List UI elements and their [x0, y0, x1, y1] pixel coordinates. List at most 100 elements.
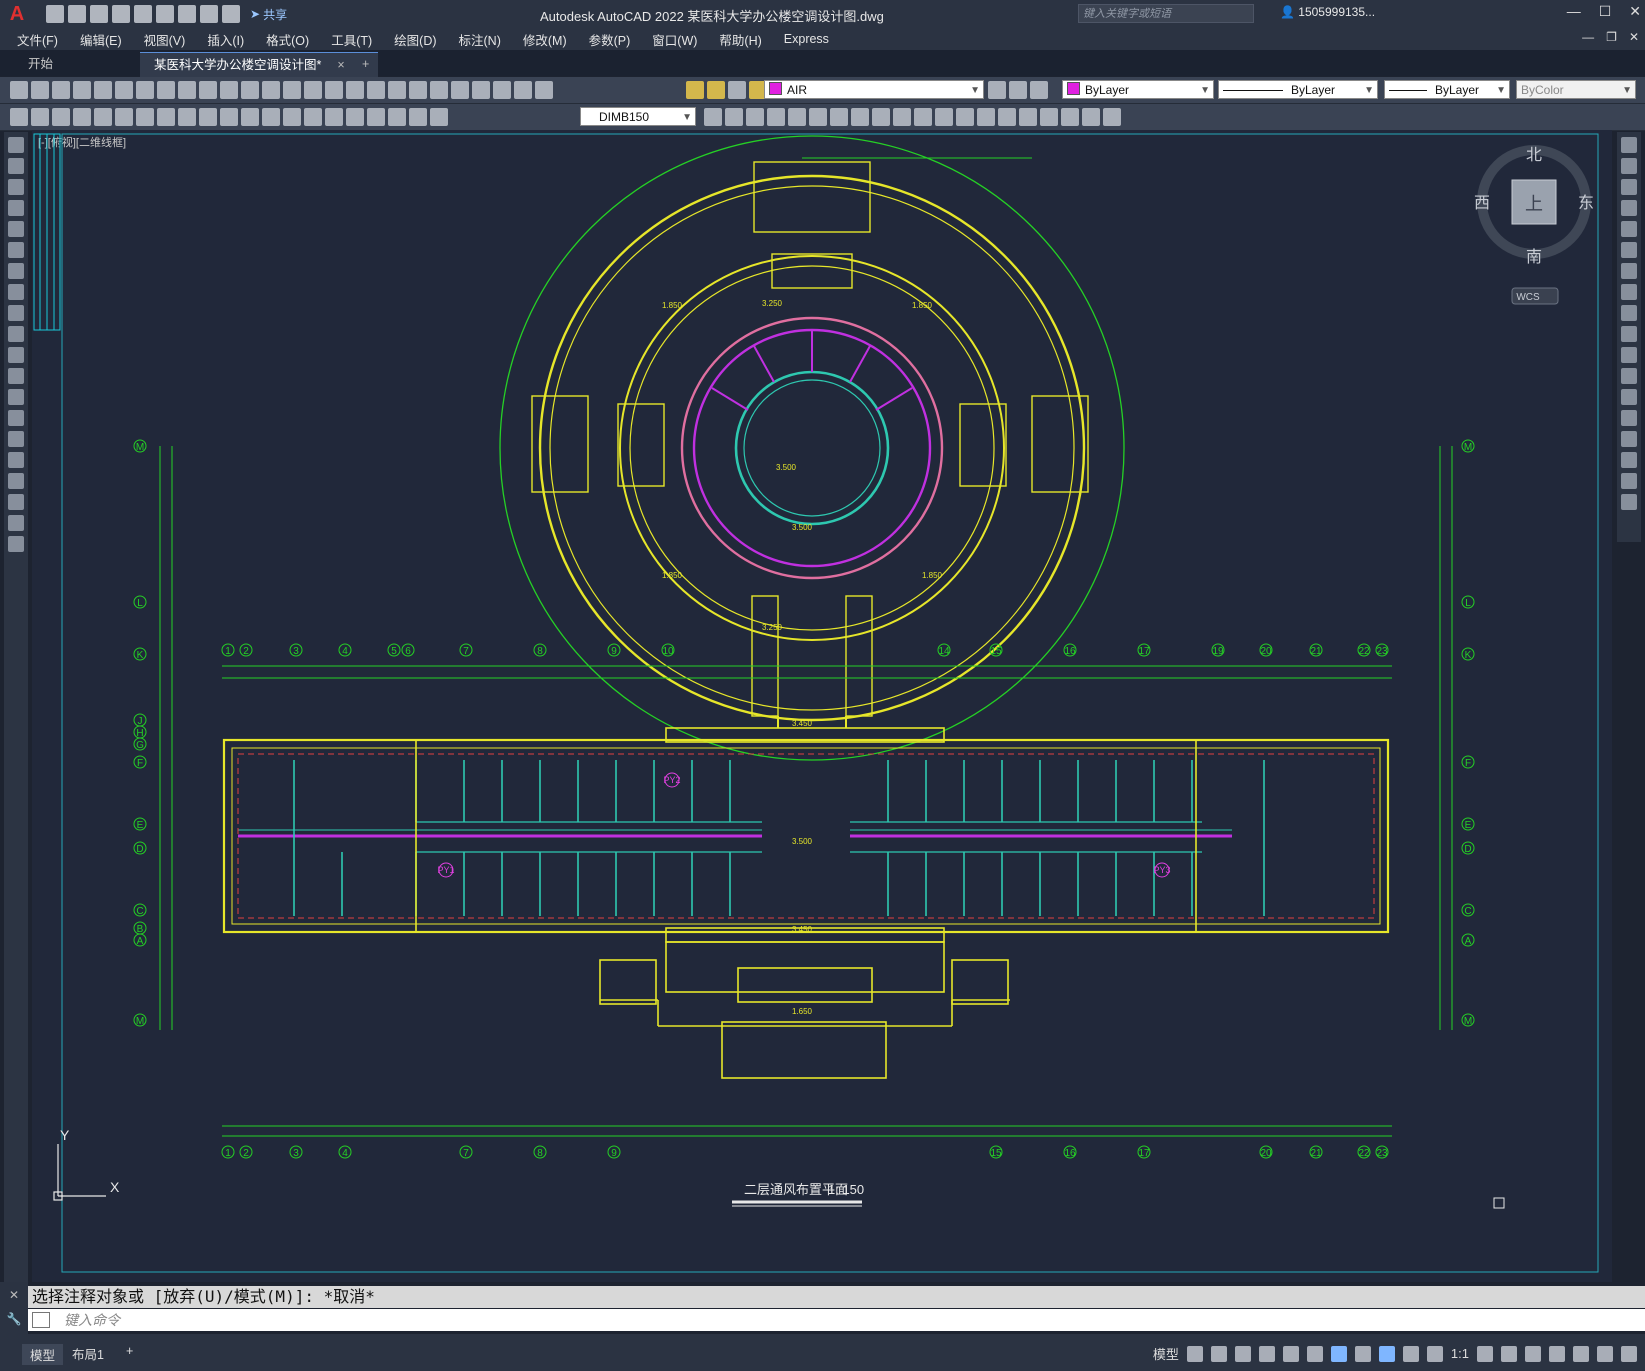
- circle-icon[interactable]: [8, 263, 24, 279]
- annotation-scale-value[interactable]: 1:1: [1451, 1346, 1469, 1361]
- undo-icon[interactable]: [200, 5, 218, 23]
- quick-properties-icon[interactable]: [1549, 1345, 1565, 1362]
- plot-icon[interactable]: [73, 81, 91, 99]
- polar-icon[interactable]: [1258, 1345, 1275, 1362]
- drawing-canvas[interactable]: [-][俯视][二维线框] 1 2 3 4 5 6 7 8 9 10 14 15…: [32, 130, 1612, 1282]
- tab-model[interactable]: 模型: [22, 1344, 64, 1365]
- units-icon[interactable]: [1525, 1345, 1541, 1362]
- dim-continue-icon[interactable]: [220, 108, 238, 126]
- menu-modify[interactable]: 修改(M): [512, 30, 578, 49]
- copy-objects-icon[interactable]: [872, 108, 890, 126]
- erase-icon[interactable]: [1621, 137, 1637, 153]
- grid-icon[interactable]: [1186, 1345, 1203, 1362]
- inspection-icon[interactable]: [325, 108, 343, 126]
- open-from-web-icon[interactable]: [134, 5, 152, 23]
- dimstyle-dropdown[interactable]: DIMB150 ▼: [580, 107, 696, 126]
- compass-south[interactable]: 南: [1526, 247, 1542, 266]
- image-icon[interactable]: [1019, 108, 1037, 126]
- undo-icon[interactable]: [262, 81, 280, 99]
- save-to-web-icon[interactable]: [156, 5, 174, 23]
- jogged-linear-icon[interactable]: [346, 108, 364, 126]
- dim-radius-icon[interactable]: [94, 108, 112, 126]
- layer-on-icon[interactable]: [686, 81, 704, 99]
- menu-draw[interactable]: 绘图(D): [383, 30, 447, 49]
- pan-icon[interactable]: [304, 81, 322, 99]
- redo-icon[interactable]: [283, 81, 301, 99]
- point-icon[interactable]: [8, 410, 24, 426]
- workspace-gear-icon[interactable]: [1477, 1345, 1493, 1362]
- layer-delete-icon[interactable]: [851, 108, 869, 126]
- layer-merge-icon[interactable]: [830, 108, 848, 126]
- open-icon[interactable]: [31, 81, 49, 99]
- autoscale-icon[interactable]: [1402, 1345, 1419, 1362]
- copy-icon[interactable]: [1621, 158, 1637, 174]
- layer-match-icon[interactable]: [1009, 81, 1027, 99]
- stretch-icon[interactable]: [1621, 305, 1637, 321]
- add-selected-icon[interactable]: [8, 536, 24, 552]
- markup-icon[interactable]: [472, 81, 490, 99]
- layer-freeze2-icon[interactable]: [809, 108, 827, 126]
- gradient-icon[interactable]: [8, 452, 24, 468]
- ellipse-icon[interactable]: [8, 326, 24, 342]
- clean-screen-icon[interactable]: [1597, 1345, 1613, 1362]
- command-prompt-icon[interactable]: [32, 1312, 50, 1328]
- construction-line-icon[interactable]: [8, 158, 24, 174]
- lineweight-dropdown[interactable]: ByLayer ▼: [1384, 80, 1510, 99]
- layout-handle[interactable]: [1493, 1197, 1505, 1209]
- layer-isolate-icon[interactable]: [746, 108, 764, 126]
- spline-icon[interactable]: [8, 305, 24, 321]
- doc-close-icon[interactable]: ✕: [1629, 30, 1639, 44]
- extend-icon[interactable]: [1621, 347, 1637, 363]
- publish-icon[interactable]: [115, 81, 133, 99]
- lineweight-icon[interactable]: [1354, 1345, 1371, 1362]
- menu-format[interactable]: 格式(O): [255, 30, 320, 49]
- isodraft-icon[interactable]: [1282, 1345, 1299, 1362]
- mirror-icon[interactable]: [1621, 179, 1637, 195]
- share-button[interactable]: ➤ 共享: [250, 6, 287, 23]
- blend-icon[interactable]: [1621, 473, 1637, 489]
- dim-text-edit-icon[interactable]: [388, 108, 406, 126]
- match-properties-icon[interactable]: [220, 81, 238, 99]
- annotation-visibility-icon[interactable]: [1378, 1345, 1395, 1362]
- customize-icon[interactable]: 🔧: [0, 1312, 28, 1326]
- dim-linear-icon[interactable]: [10, 108, 28, 126]
- hatch-icon[interactable]: [8, 431, 24, 447]
- chamfer-icon[interactable]: [1621, 431, 1637, 447]
- dim-jogged-icon[interactable]: [115, 108, 133, 126]
- offset-icon[interactable]: [1621, 200, 1637, 216]
- new-icon[interactable]: [10, 81, 28, 99]
- close-icon[interactable]: ✕: [1629, 3, 1641, 20]
- redo-icon[interactable]: [222, 5, 240, 23]
- plotstyle-dropdown[interactable]: ByColor ▼: [1516, 80, 1636, 99]
- attach-icon[interactable]: [1040, 108, 1058, 126]
- insert-block-icon[interactable]: [8, 368, 24, 384]
- help-icon[interactable]: [514, 81, 532, 99]
- model-space-button[interactable]: 模型: [1153, 1344, 1179, 1363]
- menu-express[interactable]: Express: [773, 32, 840, 46]
- break-point-icon[interactable]: [1621, 368, 1637, 384]
- isolate-objects-icon[interactable]: [1573, 1345, 1589, 1362]
- plot-icon[interactable]: [178, 5, 196, 23]
- revcloud-icon[interactable]: [8, 284, 24, 300]
- add-layout-button[interactable]: +: [126, 1344, 133, 1358]
- dim-break-icon[interactable]: [262, 108, 280, 126]
- scale-icon[interactable]: [1621, 284, 1637, 300]
- dim-arc-icon[interactable]: [52, 108, 70, 126]
- minimize-icon[interactable]: —: [1567, 3, 1581, 20]
- ellipse-arc-icon[interactable]: [8, 347, 24, 363]
- maximize-icon[interactable]: ☐: [1599, 3, 1612, 20]
- layer-previous-icon[interactable]: [1030, 81, 1048, 99]
- layer-viewport-icon[interactable]: [728, 81, 746, 99]
- design-center-icon[interactable]: [409, 81, 427, 99]
- menu-parametric[interactable]: 参数(P): [578, 30, 642, 49]
- dim-space-icon[interactable]: [241, 108, 259, 126]
- menu-file[interactable]: 文件(F): [6, 30, 69, 49]
- make-current-icon[interactable]: [988, 81, 1006, 99]
- menu-window[interactable]: 窗口(W): [641, 30, 708, 49]
- menu-edit[interactable]: 编辑(E): [69, 30, 133, 49]
- tab-layout1[interactable]: 布局1: [72, 1344, 104, 1363]
- close-command-icon[interactable]: ✕: [0, 1288, 28, 1302]
- dim-aligned-icon[interactable]: [31, 108, 49, 126]
- tab-start[interactable]: 开始: [14, 52, 68, 76]
- polygon-icon[interactable]: [8, 200, 24, 216]
